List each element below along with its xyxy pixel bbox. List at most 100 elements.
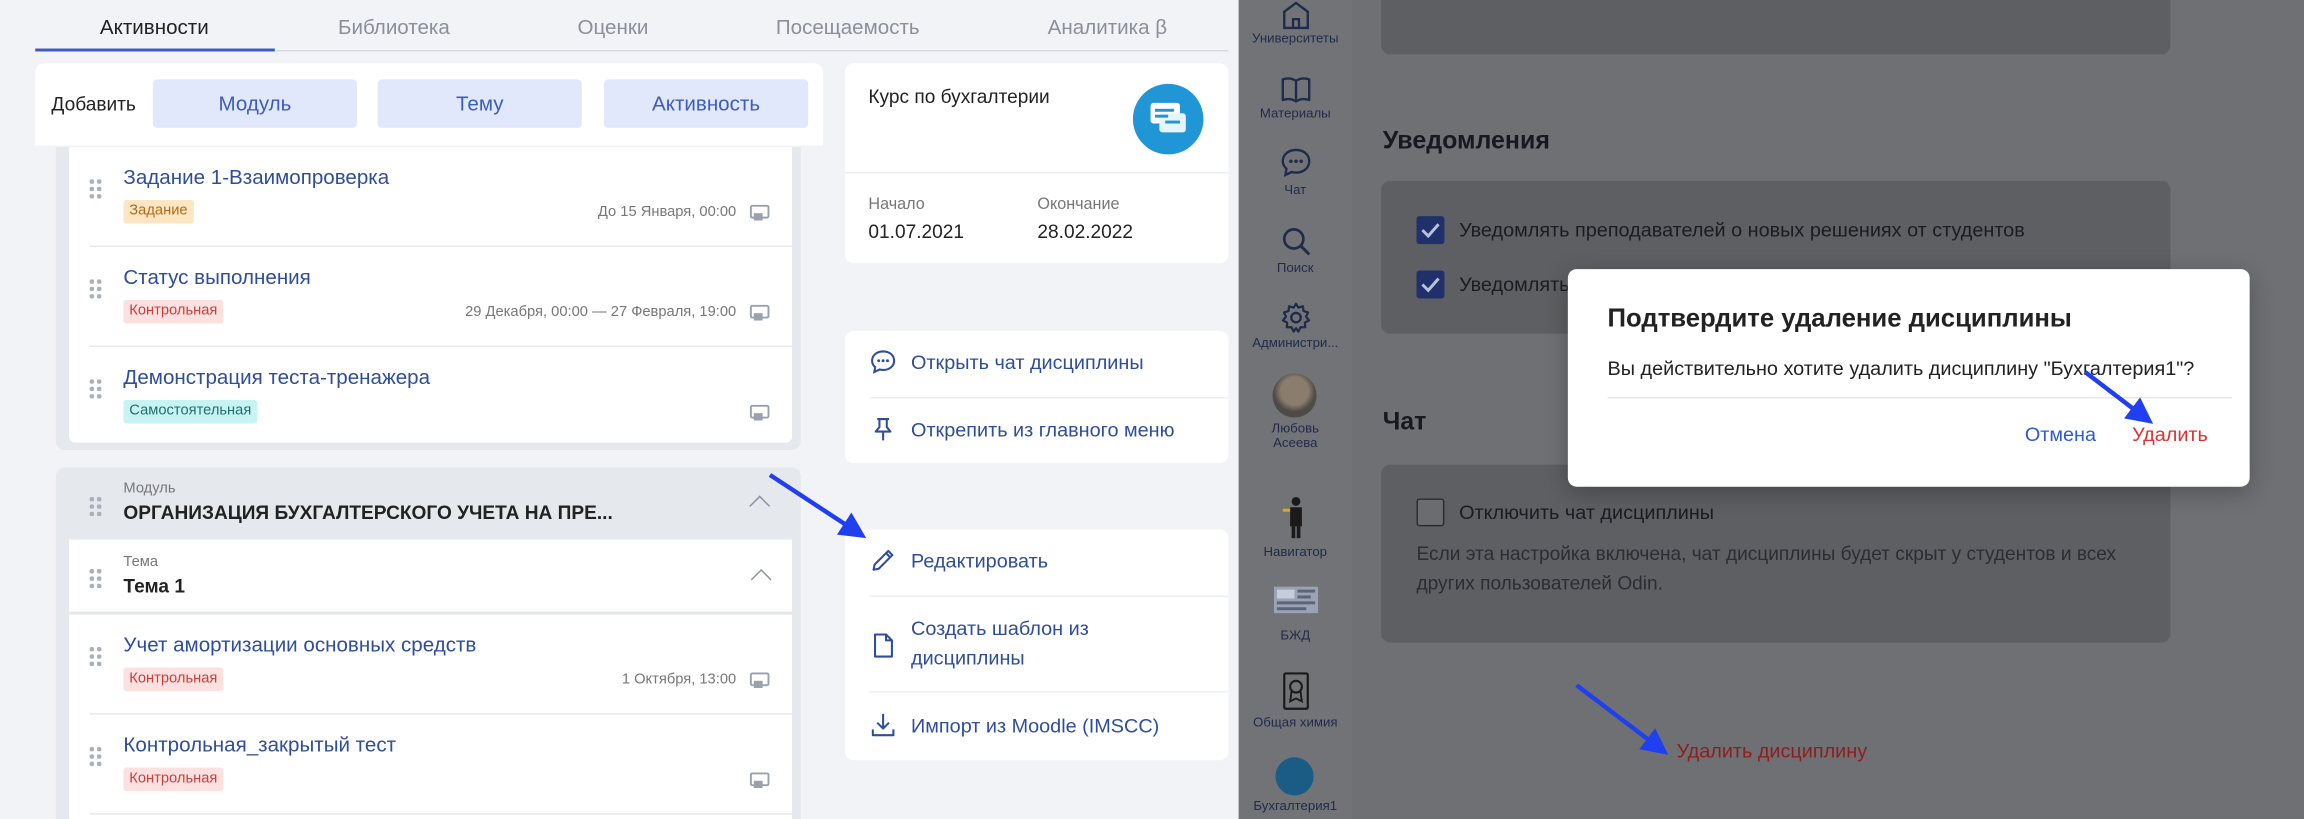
building-icon [1283, 1, 1309, 30]
sidebar-item-profile[interactable]: Любовь Асеева [1239, 373, 1352, 450]
divider [869, 691, 1229, 693]
course-editor-pane: Активности Библиотека Оценки Посещаемост… [0, 0, 1239, 819]
unpin-button[interactable]: Открепить из главного меню [845, 416, 1229, 445]
activity-date: 29 Декабря, 00:00 — 27 Февраля, 19:00 [465, 304, 737, 321]
cast-icon [749, 404, 770, 421]
create-template-button[interactable]: Создать шаблон из дисциплины [845, 615, 1229, 674]
module-label: Модуль [123, 480, 176, 497]
sidebar-item-label: Навигатор [1263, 544, 1328, 559]
confirm-delete-button[interactable]: Удалить [2132, 423, 2208, 445]
module-title[interactable]: ОРГАНИЗАЦИЯ БУХГАЛТЕРСКОГО УЧЕТА НА ПРЕ.… [123, 501, 612, 523]
create-template-label: Создать шаблон из [911, 617, 1089, 640]
add-theme-button[interactable]: Тему [377, 79, 582, 128]
avatar [1272, 373, 1317, 418]
add-activity-button[interactable]: Активность [603, 79, 809, 128]
divider [844, 172, 1229, 174]
notify-teachers-label: Уведомлять преподавателей о новых решени… [1459, 219, 2025, 242]
delete-discipline-link[interactable]: Удалить дисциплину [1677, 740, 1868, 762]
activity-title[interactable]: Учет амортизации основных средств [123, 632, 476, 656]
sidebar-item-chemistry[interactable]: Общая химия [1239, 672, 1352, 731]
activity-title[interactable]: Задание 1-Взаимопроверка [123, 165, 389, 189]
import-moodle-button[interactable]: Импорт из Moodle (IMSCC) [845, 712, 1229, 741]
tab-grades[interactable]: Оценки [577, 15, 648, 39]
pin-icon [874, 418, 892, 441]
notify-teachers-checkbox[interactable] [1416, 216, 1445, 245]
course-title: Курс по бухгалтерии [868, 85, 1050, 108]
check-icon [1421, 223, 1440, 239]
tab-activities[interactable]: Активности [100, 15, 209, 39]
search-icon [1282, 228, 1311, 256]
drag-handle-icon[interactable] [89, 279, 102, 300]
list-item[interactable]: Демонстрация теста-тренажера Самостоятел… [69, 347, 792, 447]
drag-handle-icon[interactable] [89, 646, 102, 668]
activity-title[interactable]: Контрольная_закрытый тест [123, 732, 396, 756]
bzhd-thumbnail-icon [1273, 586, 1319, 614]
activity-type-badge: Задание [123, 199, 194, 224]
activity-type-badge: Контрольная [123, 667, 224, 692]
drag-handle-icon[interactable] [89, 496, 102, 518]
disable-chat-checkbox[interactable] [1416, 498, 1445, 527]
cast-icon [749, 204, 770, 221]
list-item[interactable]: Задание 1-Взаимопроверка Задание До 15 Я… [69, 147, 792, 247]
course-actions-card: Редактировать Создать шаблон из дисципли… [844, 529, 1229, 761]
sidebar-item-accounting[interactable]: Бухгалтерия1 [1239, 757, 1352, 816]
book-icon [1281, 77, 1311, 103]
tab-bar: Активности Библиотека Оценки Посещаемост… [35, 0, 1229, 53]
tab-attendance[interactable]: Посещаемость [776, 15, 920, 39]
dialog-title: Подтвердите удаление дисциплины [1607, 302, 2072, 333]
activity-date: 1 Октября, 13:00 [621, 671, 737, 689]
drag-handle-icon[interactable] [89, 746, 102, 768]
sidebar-item-universities[interactable]: Университеты [1239, 0, 1352, 53]
row-divider [89, 813, 793, 815]
list-item[interactable]: Контрольная_закрытый тест Контрольная [69, 715, 792, 815]
pencil-icon [872, 549, 894, 571]
sidebar-item-chat[interactable]: Чат [1239, 147, 1352, 200]
download-icon [871, 713, 895, 737]
add-label: Добавить [51, 92, 136, 115]
activity-type-badge: Контрольная [123, 299, 224, 324]
activity-date: До 15 Января, 00:00 [597, 204, 737, 221]
disable-chat-label: Отключить чат дисциплины [1459, 501, 1715, 524]
activity-title[interactable]: Демонстрация теста-тренажера [123, 365, 430, 389]
list-item[interactable]: Статус выполнения Контрольная 29 Декабря… [69, 247, 792, 347]
drag-handle-icon[interactable] [89, 179, 102, 200]
sidebar-item-label: Общая химия [1252, 714, 1338, 730]
sidebar-item-label: Поиск [1276, 260, 1314, 275]
sidebar-item-label: Чат [1284, 182, 1307, 198]
app-sidebar: Университеты Материалы Чат Поиск Админис… [1238, 0, 1352, 819]
theme-label: Тема [123, 554, 159, 571]
navigator-figure-icon [1282, 496, 1302, 539]
list-item[interactable]: Учет амортизации основных средств Контро… [69, 615, 792, 715]
add-module-button[interactable]: Модуль [152, 79, 358, 128]
edit-button[interactable]: Редактировать [845, 547, 1229, 576]
settings-section-card [1381, 0, 2171, 55]
activity-title[interactable]: Статус выполнения [123, 265, 310, 289]
course-info-card: Курс по бухгалтерии Начало 01.07.2021 Ок… [844, 63, 1229, 264]
start-date: 01.07.2021 [868, 220, 965, 243]
active-tab-indicator [35, 48, 275, 52]
end-label: Окончание [1037, 195, 1120, 214]
dialog-message: Вы действительно хотите удалить дисципли… [1607, 357, 2195, 380]
activity-type-badge: Самостоятельная [123, 399, 258, 424]
divider [1607, 397, 2233, 399]
disable-chat-help: Если эта настройка включена, чат дисципл… [1416, 542, 2117, 595]
tab-library[interactable]: Библиотека [338, 15, 450, 39]
sidebar-item-materials[interactable]: Материалы [1239, 74, 1352, 127]
drag-handle-icon[interactable] [89, 379, 102, 400]
theme-header[interactable]: Тема Тема 1 [69, 539, 793, 614]
sidebar-item-label: БЖД [1280, 627, 1311, 643]
collapse-chevron-icon[interactable] [750, 568, 772, 590]
notify-second-checkbox[interactable] [1416, 270, 1445, 299]
import-moodle-label: Импорт из Moodle (IMSCC) [911, 714, 1160, 737]
chat-bubble-icon [871, 350, 896, 374]
activity-type-badge: Контрольная [123, 767, 224, 792]
sidebar-item-navigator[interactable]: Навигатор [1239, 496, 1352, 561]
sidebar-item-bzhd[interactable]: БЖД [1239, 584, 1352, 643]
sidebar-item-search[interactable]: Поиск [1239, 225, 1352, 278]
add-toolbar: Добавить Модуль Тему Активность [35, 63, 823, 146]
drag-handle-icon[interactable] [89, 569, 102, 590]
cancel-button[interactable]: Отмена [2025, 423, 2096, 445]
tab-analytics[interactable]: Аналитика β [1048, 15, 1167, 39]
open-chat-button[interactable]: Открыть чат дисциплины [845, 348, 1229, 377]
sidebar-item-admin[interactable]: Администри... [1239, 301, 1352, 354]
